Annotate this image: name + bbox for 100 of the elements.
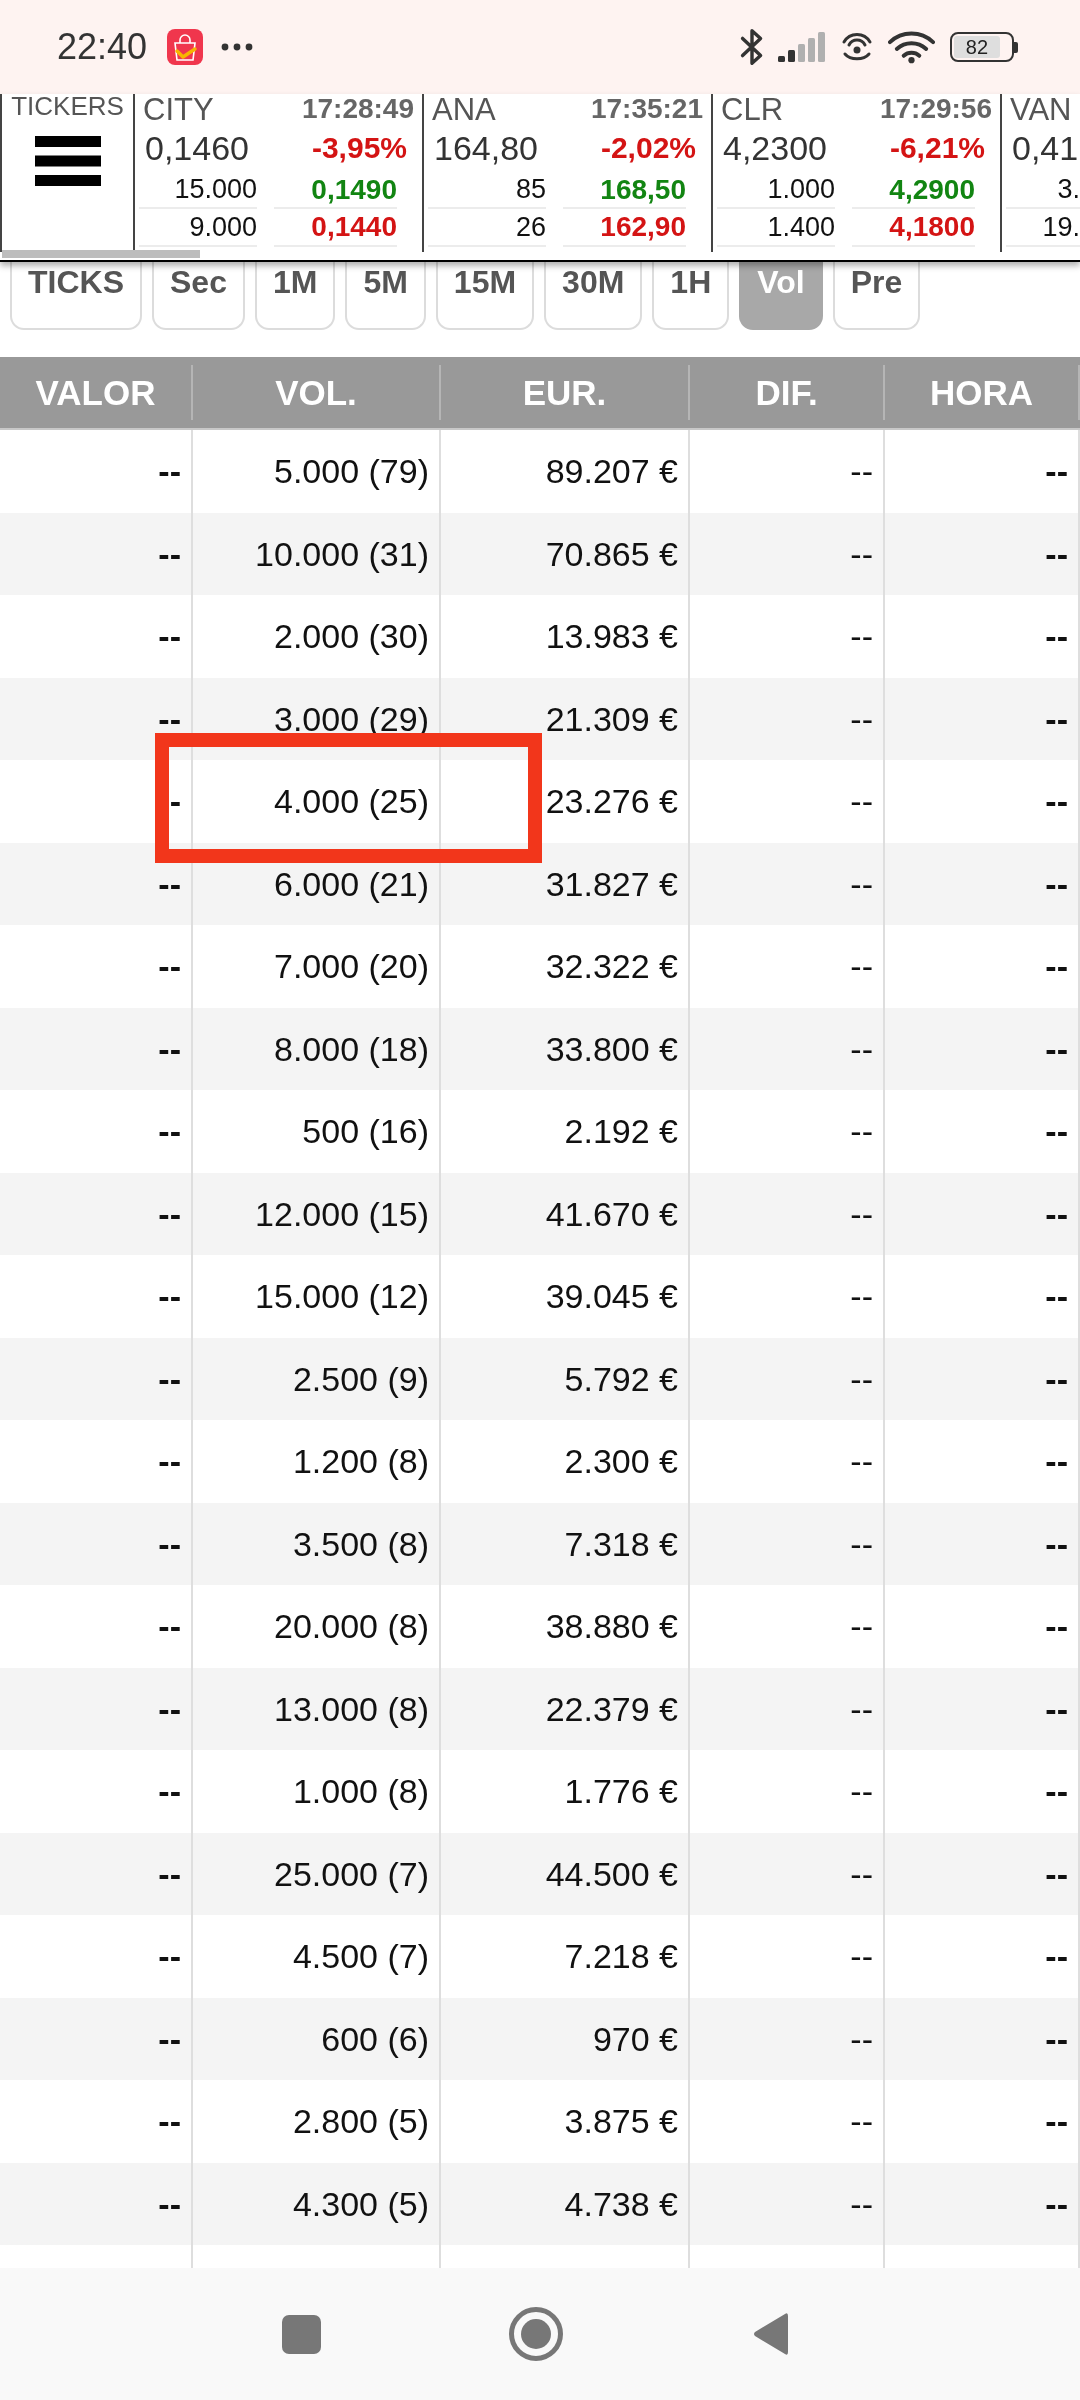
table-cell: 41.670 € bbox=[441, 1172, 690, 1255]
ticker-lower-price: 0,1440 bbox=[274, 209, 397, 247]
table-cell: -- bbox=[0, 677, 193, 760]
table-cell: -- bbox=[885, 1502, 1080, 1585]
tab[interactable]: 1M bbox=[254, 262, 336, 330]
table-cell: 70.865 € bbox=[441, 512, 690, 595]
ticker-upper-price: 168,50 bbox=[563, 172, 686, 209]
tab[interactable]: 15M bbox=[435, 262, 535, 330]
clock-time: 22:40 bbox=[57, 29, 148, 65]
ticker-change: -6,21% bbox=[889, 133, 985, 163]
table-cell: -- bbox=[0, 1997, 193, 2080]
table-cell: -- bbox=[0, 1337, 193, 1420]
ticker-quantity: 85 bbox=[428, 172, 546, 209]
table-cell: -- bbox=[885, 842, 1080, 925]
table-cell: -- bbox=[690, 1172, 885, 1255]
tab[interactable]: 30M bbox=[544, 262, 643, 330]
column-header: VOL. bbox=[193, 365, 441, 420]
table-cell: -- bbox=[690, 842, 885, 925]
ticker-quantity: 26 bbox=[428, 209, 546, 247]
battery-indicator: 82 bbox=[950, 32, 1018, 62]
menu-icon[interactable] bbox=[34, 136, 101, 186]
table-cell: -- bbox=[885, 1667, 1080, 1750]
table-cell: -- bbox=[0, 512, 193, 595]
table-cell: 970 € bbox=[441, 1997, 690, 2080]
ticker-change: -2,02% bbox=[600, 133, 696, 163]
ticker-symbol: CLR bbox=[721, 94, 783, 125]
table-cell: -- bbox=[690, 1832, 885, 1915]
ticker-change: -3,95% bbox=[311, 133, 407, 163]
table-cell: -- bbox=[885, 1007, 1080, 1090]
table-cell: 600 (6) bbox=[193, 1997, 441, 2080]
scrollbar-thumb[interactable] bbox=[2, 250, 200, 258]
column-header: HORA bbox=[885, 365, 1080, 420]
tab[interactable]: TICKS bbox=[10, 262, 142, 330]
ticker-quantity: 1.000 bbox=[717, 172, 835, 209]
table-cell: 10.000 (31) bbox=[193, 512, 441, 595]
ticker-symbol: ANA bbox=[432, 94, 496, 125]
table-cell: -- bbox=[690, 512, 885, 595]
tab[interactable]: 5M bbox=[345, 262, 426, 330]
more-icon bbox=[221, 43, 254, 51]
ticker-time: 17:29:56 bbox=[879, 95, 992, 123]
recents-icon[interactable] bbox=[282, 2314, 321, 2354]
table-cell: -- bbox=[0, 1172, 193, 1255]
table-cell: 8.000 (18) bbox=[193, 1007, 441, 1090]
table-cell: -- bbox=[690, 1667, 885, 1750]
table-cell: -- bbox=[690, 1502, 885, 1585]
table-cell: 22.379 € bbox=[441, 1667, 690, 1750]
back-icon[interactable] bbox=[751, 2311, 788, 2357]
ticker-time: 17:35:21 bbox=[590, 95, 703, 123]
table-cell: -- bbox=[885, 512, 1080, 595]
table-cell: -- bbox=[0, 1667, 193, 1750]
hotspot-icon bbox=[841, 31, 873, 63]
home-icon[interactable] bbox=[509, 2307, 563, 2361]
ticker-quantity: 1.400 bbox=[717, 209, 835, 247]
ticker-quantity: 9.000 bbox=[139, 209, 257, 247]
column-header: DIF. bbox=[690, 365, 885, 420]
shopping-bag-icon bbox=[167, 29, 204, 65]
table-cell: -- bbox=[690, 1337, 885, 1420]
table-cell: 7.318 € bbox=[441, 1502, 690, 1585]
table-cell: 2.500 (9) bbox=[193, 1337, 441, 1420]
table-cell: -- bbox=[885, 1337, 1080, 1420]
column-header: VALOR bbox=[0, 365, 193, 420]
table-cell: -- bbox=[885, 677, 1080, 760]
table-cell: -- bbox=[885, 1832, 1080, 1915]
table-cell: -- bbox=[0, 842, 193, 925]
table-cell: -- bbox=[0, 1502, 193, 1585]
ticker-quantity: 3. bbox=[1006, 172, 1080, 209]
ticker-symbol: CITY bbox=[143, 94, 214, 125]
ticker-quantity: 15.000 bbox=[139, 172, 257, 209]
tab[interactable]: 1H bbox=[652, 262, 730, 330]
table-cell: 5.792 € bbox=[441, 1337, 690, 1420]
table-cell: 3.500 (8) bbox=[193, 1502, 441, 1585]
ticker-price: 164,80 bbox=[434, 131, 538, 165]
ticker-symbol: VAN bbox=[1010, 94, 1072, 125]
table-cell: -- bbox=[885, 1172, 1080, 1255]
table-cell: -- bbox=[690, 1997, 885, 2080]
table-cell: -- bbox=[0, 1007, 193, 1090]
bluetooth-icon bbox=[740, 28, 764, 66]
table-cell: 12.000 (15) bbox=[193, 1172, 441, 1255]
table-cell: 44.500 € bbox=[441, 1832, 690, 1915]
table-cell: -- bbox=[885, 2162, 1080, 2245]
ticker-upper-price: 4,2900 bbox=[852, 172, 975, 209]
tab[interactable]: Sec bbox=[152, 262, 245, 330]
ticker-price: 0,41 bbox=[1012, 131, 1079, 165]
table-cell: -- bbox=[690, 2162, 885, 2245]
ticker-lower-price: 4,1800 bbox=[852, 209, 975, 247]
table-cell: -- bbox=[0, 2162, 193, 2245]
table-cell: -- bbox=[690, 677, 885, 760]
table-cell: 13.000 (8) bbox=[193, 1667, 441, 1750]
tab[interactable]: Pre bbox=[832, 262, 921, 330]
signal-bars-icon bbox=[778, 32, 826, 62]
ticker-price: 4,2300 bbox=[723, 131, 827, 165]
table-cell: 4.300 (5) bbox=[193, 2162, 441, 2245]
table-cell: -- bbox=[0, 1832, 193, 1915]
ticker-upper-price: 0,1490 bbox=[274, 172, 397, 209]
ticker-lower-price: 162,90 bbox=[563, 209, 686, 247]
wifi-icon bbox=[888, 30, 935, 64]
table-cell: -- bbox=[690, 1007, 885, 1090]
table-cell: 25.000 (7) bbox=[193, 1832, 441, 1915]
table-cell: 31.827 € bbox=[441, 842, 690, 925]
tickers-label: TICKERS bbox=[11, 94, 124, 118]
